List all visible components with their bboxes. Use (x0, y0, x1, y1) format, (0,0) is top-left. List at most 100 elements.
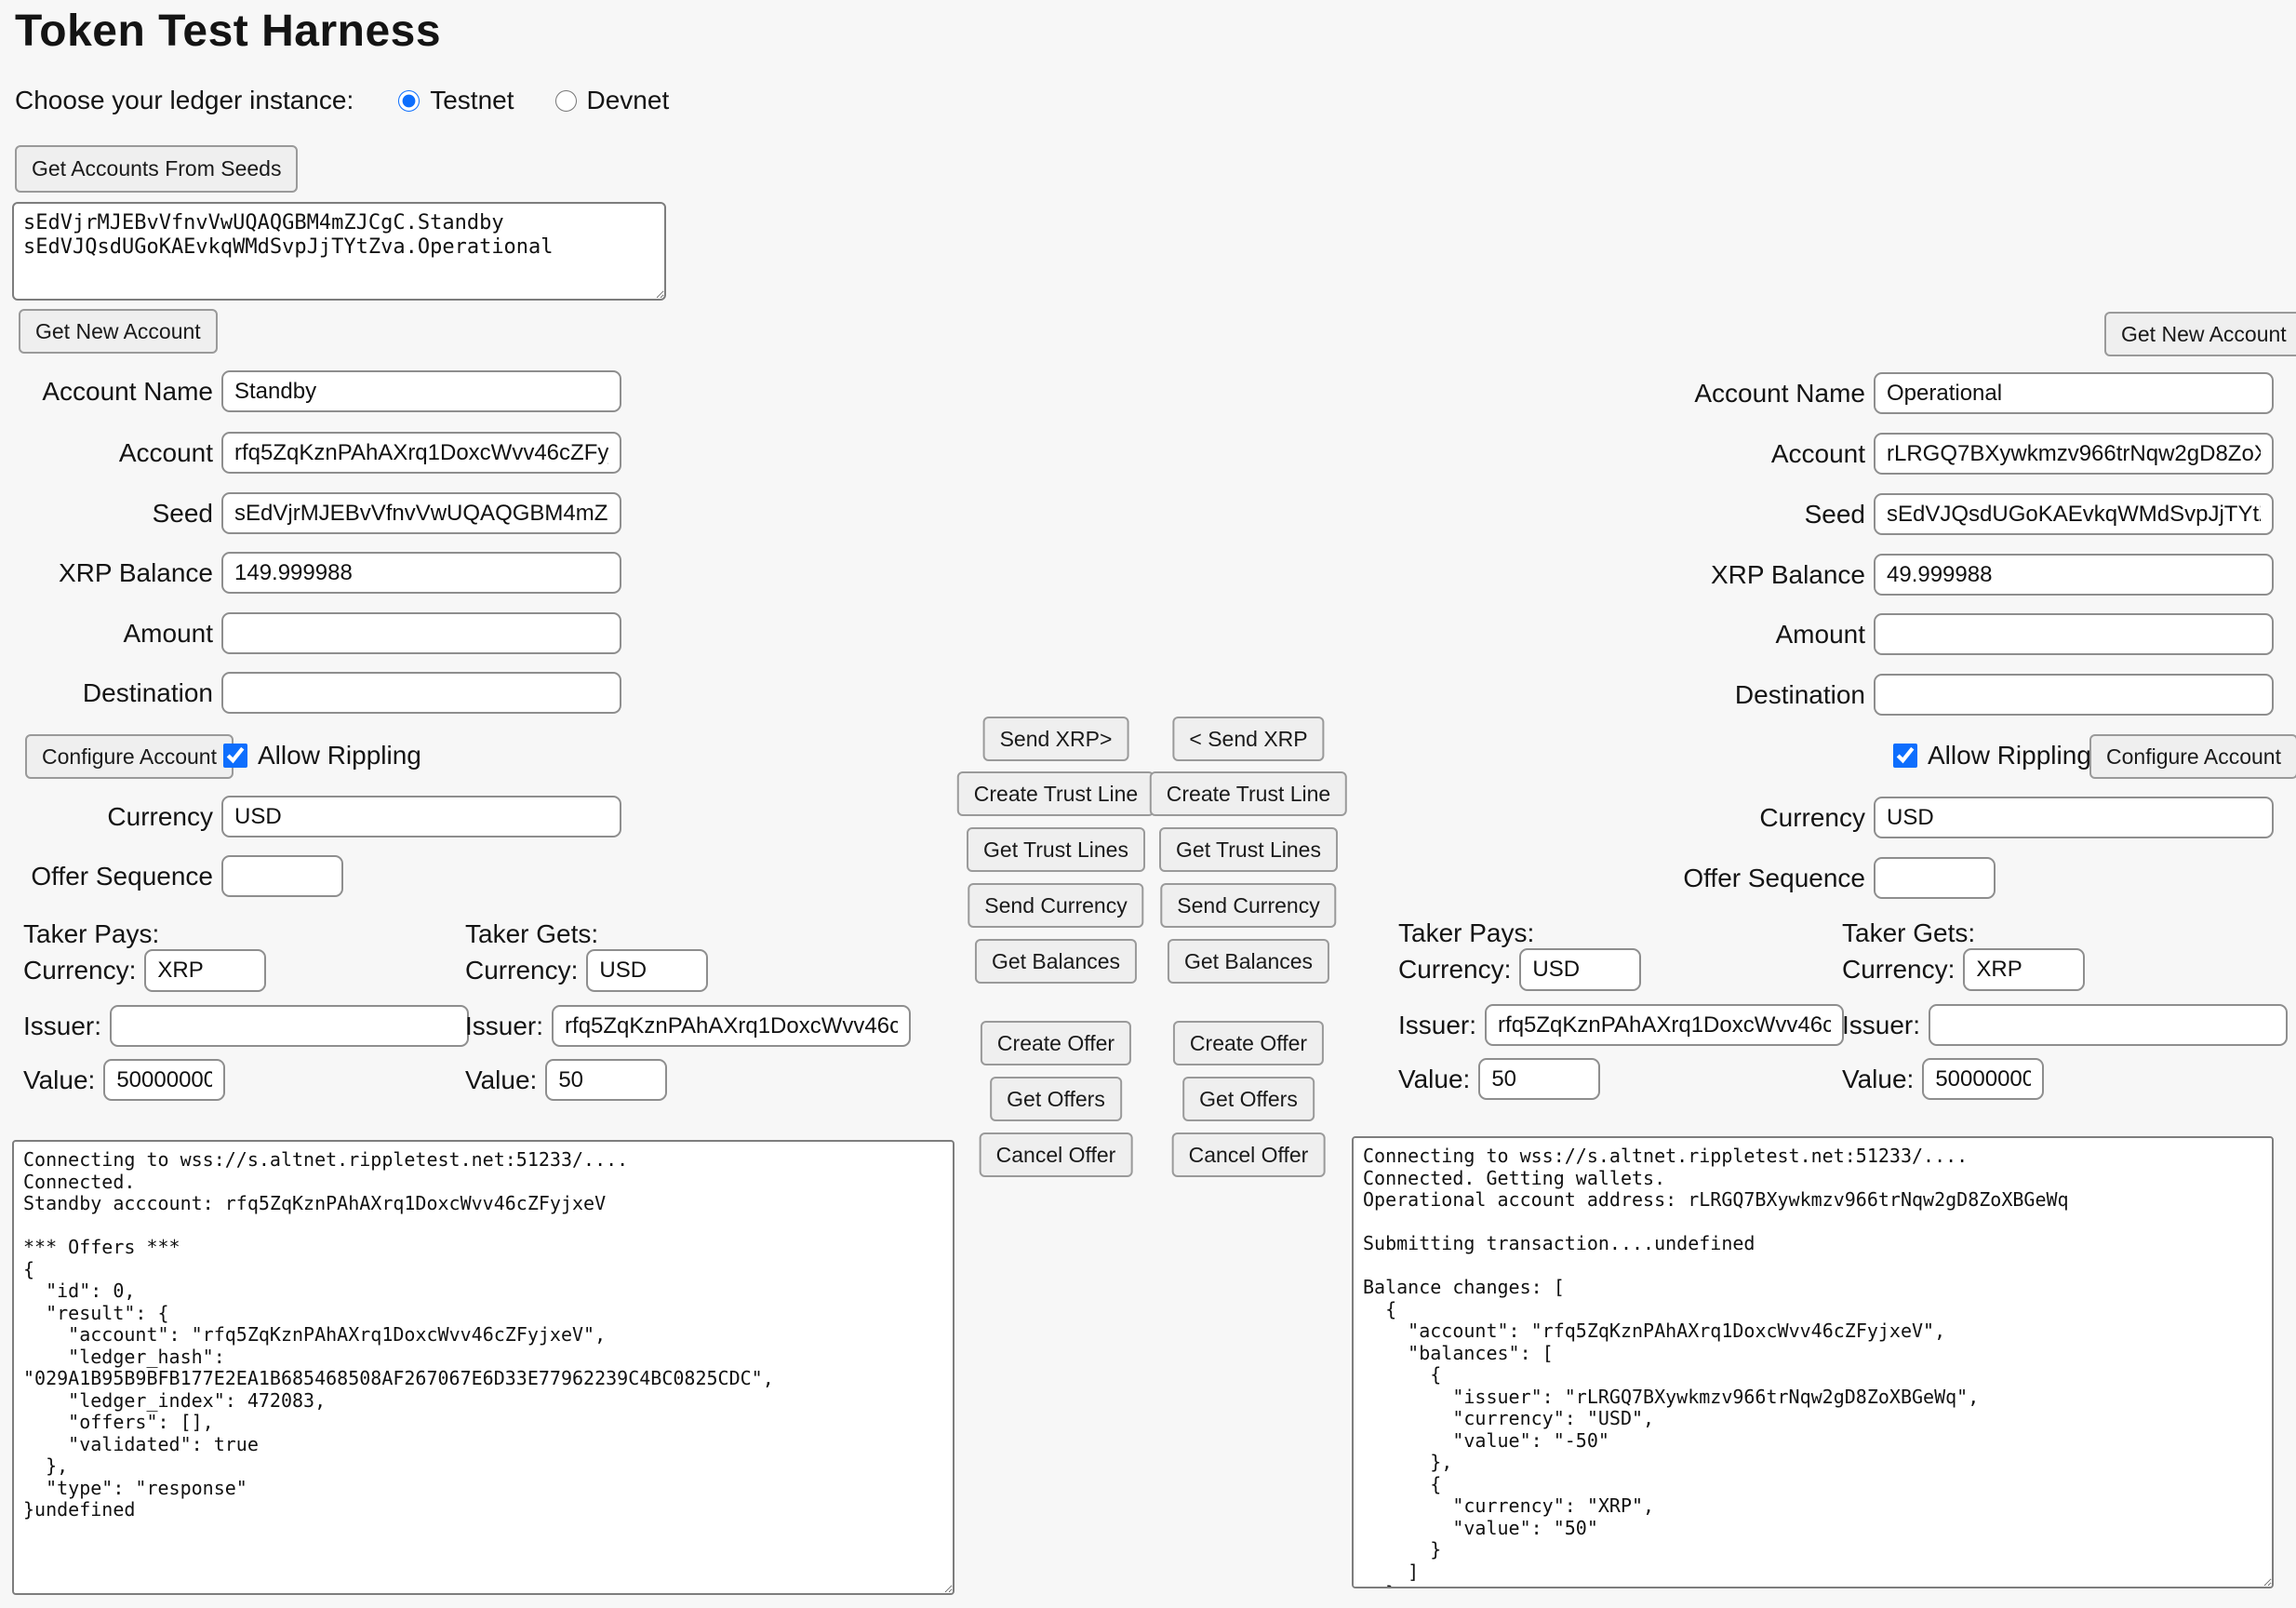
operational-account-name-input[interactable] (1874, 372, 2274, 414)
taker-gets-heading: Taker Gets: (465, 919, 912, 949)
ledger-instance-row: Choose your ledger instance: Testnet Dev… (15, 86, 669, 115)
cancel-offer-operational-button[interactable]: Cancel Offer (1172, 1132, 1326, 1177)
operational-taker-gets-value-input[interactable] (1922, 1058, 2044, 1100)
send-currency-standby-button[interactable]: Send Currency (968, 883, 1143, 928)
taker-currency-label: Currency: (1398, 955, 1511, 985)
operational-seed-row: Seed (1656, 493, 2274, 535)
operational-taker-pays-currency-input[interactable] (1519, 948, 1641, 991)
operational-destination-row: Destination (1656, 674, 2274, 716)
send-xrp-standby-button[interactable]: Send XRP> (983, 717, 1129, 761)
create-offer-standby-button[interactable]: Create Offer (981, 1021, 1131, 1065)
standby-currency-row: Currency (4, 796, 621, 838)
standby-account-input[interactable] (221, 432, 621, 474)
testnet-radio[interactable] (398, 90, 420, 112)
standby-seed-row: Seed (4, 492, 621, 534)
standby-taker-gets-issuer-input[interactable] (552, 1005, 911, 1047)
operational-taker-pays-issuer-input[interactable] (1485, 1004, 1844, 1046)
operational-allow-rippling[interactable]: Allow Rippling (1893, 741, 2091, 770)
operational-currency-input[interactable] (1874, 797, 2274, 838)
currency-label: Currency (1656, 803, 1865, 833)
operational-taker-pays: Taker Pays: Currency: Issuer: Value: (1398, 918, 1845, 948)
standby-amount-row: Amount (4, 612, 621, 654)
account-name-label: Account Name (4, 377, 213, 407)
get-accounts-from-seeds-button[interactable]: Get Accounts From Seeds (15, 145, 298, 193)
create-trust-line-operational-button[interactable]: Create Trust Line (1150, 771, 1347, 816)
operational-account-input[interactable] (1874, 433, 2274, 475)
operational-amount-input[interactable] (1874, 613, 2274, 655)
currency-label: Currency (4, 802, 213, 832)
account-label: Account (1656, 439, 1865, 469)
cancel-offer-standby-button[interactable]: Cancel Offer (980, 1132, 1133, 1177)
operational-account-row: Account (1656, 433, 2274, 475)
offer-sequence-label: Offer Sequence (1656, 864, 1865, 893)
standby-offer-sequence-input[interactable] (221, 855, 343, 897)
get-offers-standby-button[interactable]: Get Offers (990, 1077, 1122, 1121)
taker-currency-label: Currency: (23, 956, 136, 985)
standby-taker-pays-value-input[interactable] (103, 1059, 225, 1101)
get-offers-operational-button[interactable]: Get Offers (1182, 1077, 1315, 1121)
get-balances-standby-button[interactable]: Get Balances (975, 939, 1137, 984)
standby-taker-gets-currency-input[interactable] (586, 949, 708, 992)
operational-taker-pays-value-input[interactable] (1478, 1058, 1600, 1100)
seed-label: Seed (4, 499, 213, 529)
operational-allow-rippling-checkbox[interactable] (1893, 744, 1917, 768)
create-offer-operational-button[interactable]: Create Offer (1173, 1021, 1324, 1065)
taker-issuer-label: Issuer: (1398, 1011, 1476, 1040)
get-trust-lines-standby-button[interactable]: Get Trust Lines (967, 827, 1145, 872)
operational-destination-input[interactable] (1874, 674, 2274, 716)
standby-taker-pays-currency-input[interactable] (144, 949, 266, 992)
standby-destination-input[interactable] (221, 672, 621, 714)
operational-get-new-account-button[interactable]: Get New Account (2104, 312, 2296, 356)
operational-offer-sequence-row: Offer Sequence (1656, 857, 1996, 899)
devnet-radio[interactable] (555, 90, 577, 112)
get-trust-lines-operational-button[interactable]: Get Trust Lines (1159, 827, 1338, 872)
operational-seed-input[interactable] (1874, 493, 2274, 535)
get-balances-operational-button[interactable]: Get Balances (1168, 939, 1329, 984)
taker-pays-heading: Taker Pays: (1398, 918, 1845, 948)
standby-allow-rippling[interactable]: Allow Rippling (223, 741, 421, 770)
standby-amount-input[interactable] (221, 612, 621, 654)
taker-value-label: Value: (1398, 1065, 1470, 1094)
taker-currency-label: Currency: (1842, 955, 1955, 985)
seed-label: Seed (1656, 500, 1865, 529)
standby-xrp-balance-row: XRP Balance (4, 552, 621, 594)
taker-value-label: Value: (23, 1065, 95, 1095)
standby-destination-row: Destination (4, 672, 621, 714)
standby-seed-input[interactable] (221, 492, 621, 534)
operational-currency-row: Currency (1656, 797, 2274, 838)
token-test-harness-app: Token Test Harness Choose your ledger in… (0, 0, 2296, 1608)
standby-allow-rippling-checkbox[interactable] (223, 744, 247, 768)
operational-amount-row: Amount (1656, 613, 2274, 655)
standby-taker-pays-issuer-input[interactable] (110, 1005, 469, 1047)
send-currency-operational-button[interactable]: Send Currency (1160, 883, 1336, 928)
operational-xrp-balance-input[interactable] (1874, 554, 2274, 596)
xrp-balance-label: XRP Balance (1656, 560, 1865, 590)
amount-label: Amount (1656, 620, 1865, 650)
operational-configure-account-button[interactable]: Configure Account (2089, 734, 2296, 779)
standby-account-name-input[interactable] (221, 370, 621, 412)
operational-taker-gets-currency-input[interactable] (1963, 948, 2085, 991)
operational-offer-sequence-input[interactable] (1874, 857, 1996, 899)
standby-currency-input[interactable] (221, 796, 621, 838)
standby-xrp-balance-input[interactable] (221, 552, 621, 594)
standby-get-new-account-button[interactable]: Get New Account (19, 309, 218, 354)
page-title: Token Test Harness (15, 6, 441, 57)
testnet-radio-option[interactable]: Testnet (398, 86, 514, 115)
standby-offer-sequence-row: Offer Sequence (4, 855, 343, 897)
devnet-radio-option[interactable]: Devnet (555, 86, 670, 115)
create-trust-line-standby-button[interactable]: Create Trust Line (957, 771, 1155, 816)
standby-log-textarea[interactable]: Connecting to wss://s.altnet.rippletest.… (12, 1140, 954, 1595)
standby-configure-account-button[interactable]: Configure Account (25, 734, 234, 779)
operational-log-textarea[interactable]: Connecting to wss://s.altnet.rippletest.… (1352, 1136, 2274, 1588)
operational-taker-gets-issuer-input[interactable] (1929, 1004, 2288, 1046)
standby-account-row: Account (4, 432, 621, 474)
seeds-textarea[interactable]: sEdVjrMJEBvVfnvVwUQAQGBM4mZJCgC.Standby … (12, 202, 666, 301)
taker-value-label: Value: (1842, 1065, 1914, 1094)
taker-value-label: Value: (465, 1065, 537, 1095)
taker-gets-heading: Taker Gets: (1842, 918, 2289, 948)
standby-taker-gets-value-input[interactable] (545, 1059, 667, 1101)
taker-issuer-label: Issuer: (465, 1012, 543, 1041)
amount-label: Amount (4, 619, 213, 649)
send-xrp-operational-button[interactable]: < Send XRP (1172, 717, 1324, 761)
taker-issuer-label: Issuer: (23, 1012, 101, 1041)
